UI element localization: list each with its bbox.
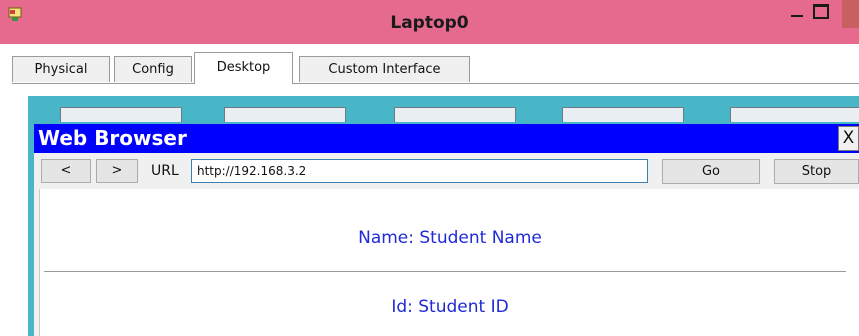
url-label: URL	[151, 163, 179, 179]
desktop-app-icon[interactable]	[562, 107, 684, 122]
stop-button[interactable]: Stop	[774, 159, 859, 184]
maximize-icon[interactable]	[813, 4, 829, 19]
tab-custom-interface[interactable]: Custom Interface	[299, 56, 470, 82]
student-name-text: Name: Student Name	[358, 228, 542, 248]
close-icon[interactable]	[842, 0, 859, 28]
student-id-text: Id: Student ID	[391, 297, 509, 317]
desktop-app-icon[interactable]	[394, 107, 516, 122]
browser-close-button[interactable]: X	[838, 126, 859, 151]
horizontal-rule	[44, 271, 846, 272]
desktop-app-icon[interactable]	[60, 107, 182, 122]
tab-physical[interactable]: Physical	[12, 56, 110, 82]
window-title: Laptop0	[390, 13, 469, 33]
go-button[interactable]: Go	[662, 159, 760, 184]
forward-button[interactable]: >	[96, 159, 138, 183]
desktop-app-icon[interactable]	[224, 107, 346, 122]
back-button[interactable]: <	[41, 159, 91, 183]
url-input[interactable]: http://192.168.3.2	[191, 159, 648, 183]
desktop-app-icon[interactable]	[730, 107, 859, 122]
minimize-icon[interactable]	[787, 3, 807, 23]
tab-desktop[interactable]: Desktop	[194, 52, 293, 84]
browser-title: Web Browser	[38, 126, 187, 150]
tab-config[interactable]: Config	[114, 56, 192, 82]
